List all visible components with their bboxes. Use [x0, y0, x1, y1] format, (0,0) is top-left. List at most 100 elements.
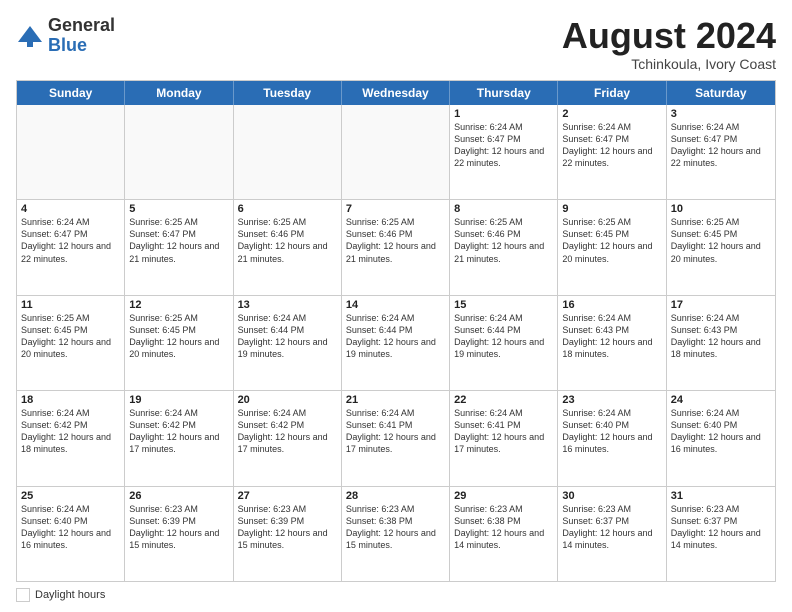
cal-header-sunday: Sunday — [17, 81, 125, 105]
calendar: SundayMondayTuesdayWednesdayThursdayFrid… — [16, 80, 776, 582]
day-info: Sunrise: 6:24 AM Sunset: 6:42 PM Dayligh… — [129, 407, 228, 456]
cal-cell-day-12: 12Sunrise: 6:25 AM Sunset: 6:45 PM Dayli… — [125, 296, 233, 390]
day-info: Sunrise: 6:23 AM Sunset: 6:39 PM Dayligh… — [129, 503, 228, 552]
day-number: 25 — [21, 490, 120, 502]
cal-cell-day-23: 23Sunrise: 6:24 AM Sunset: 6:40 PM Dayli… — [558, 391, 666, 485]
cal-cell-day-16: 16Sunrise: 6:24 AM Sunset: 6:43 PM Dayli… — [558, 296, 666, 390]
day-number: 18 — [21, 394, 120, 406]
cal-cell-day-4: 4Sunrise: 6:24 AM Sunset: 6:47 PM Daylig… — [17, 200, 125, 294]
cal-cell-day-19: 19Sunrise: 6:24 AM Sunset: 6:42 PM Dayli… — [125, 391, 233, 485]
day-number: 6 — [238, 203, 337, 215]
day-info: Sunrise: 6:24 AM Sunset: 6:42 PM Dayligh… — [238, 407, 337, 456]
logo: General Blue — [16, 16, 115, 56]
cal-cell-day-1: 1Sunrise: 6:24 AM Sunset: 6:47 PM Daylig… — [450, 105, 558, 199]
cal-cell-day-26: 26Sunrise: 6:23 AM Sunset: 6:39 PM Dayli… — [125, 487, 233, 581]
cal-cell-day-15: 15Sunrise: 6:24 AM Sunset: 6:44 PM Dayli… — [450, 296, 558, 390]
cal-cell-empty — [125, 105, 233, 199]
logo-blue: Blue — [48, 36, 115, 56]
subtitle: Tchinkoula, Ivory Coast — [562, 56, 776, 72]
calendar-body: 1Sunrise: 6:24 AM Sunset: 6:47 PM Daylig… — [17, 105, 775, 581]
footer: Daylight hours — [16, 588, 776, 602]
legend-daylight-label: Daylight hours — [35, 589, 105, 601]
day-number: 8 — [454, 203, 553, 215]
cal-cell-day-22: 22Sunrise: 6:24 AM Sunset: 6:41 PM Dayli… — [450, 391, 558, 485]
cal-week-2: 4Sunrise: 6:24 AM Sunset: 6:47 PM Daylig… — [17, 200, 775, 295]
cal-cell-day-24: 24Sunrise: 6:24 AM Sunset: 6:40 PM Dayli… — [667, 391, 775, 485]
cal-header-wednesday: Wednesday — [342, 81, 450, 105]
cal-cell-day-18: 18Sunrise: 6:24 AM Sunset: 6:42 PM Dayli… — [17, 391, 125, 485]
day-number: 28 — [346, 490, 445, 502]
day-info: Sunrise: 6:24 AM Sunset: 6:47 PM Dayligh… — [562, 121, 661, 170]
day-number: 5 — [129, 203, 228, 215]
cal-cell-day-25: 25Sunrise: 6:24 AM Sunset: 6:40 PM Dayli… — [17, 487, 125, 581]
day-info: Sunrise: 6:25 AM Sunset: 6:46 PM Dayligh… — [346, 216, 445, 265]
day-info: Sunrise: 6:24 AM Sunset: 6:40 PM Dayligh… — [562, 407, 661, 456]
day-info: Sunrise: 6:24 AM Sunset: 6:41 PM Dayligh… — [346, 407, 445, 456]
legend-box-daylight — [16, 588, 30, 602]
day-info: Sunrise: 6:24 AM Sunset: 6:43 PM Dayligh… — [562, 312, 661, 361]
calendar-header: SundayMondayTuesdayWednesdayThursdayFrid… — [17, 81, 775, 105]
day-info: Sunrise: 6:23 AM Sunset: 6:38 PM Dayligh… — [454, 503, 553, 552]
cal-header-tuesday: Tuesday — [234, 81, 342, 105]
cal-header-thursday: Thursday — [450, 81, 558, 105]
logo-text: General Blue — [48, 16, 115, 56]
cal-cell-day-13: 13Sunrise: 6:24 AM Sunset: 6:44 PM Dayli… — [234, 296, 342, 390]
cal-cell-day-30: 30Sunrise: 6:23 AM Sunset: 6:37 PM Dayli… — [558, 487, 666, 581]
day-number: 21 — [346, 394, 445, 406]
day-number: 31 — [671, 490, 771, 502]
day-number: 17 — [671, 299, 771, 311]
day-info: Sunrise: 6:24 AM Sunset: 6:47 PM Dayligh… — [21, 216, 120, 265]
cal-cell-day-14: 14Sunrise: 6:24 AM Sunset: 6:44 PM Dayli… — [342, 296, 450, 390]
header: General Blue August 2024 Tchinkoula, Ivo… — [16, 16, 776, 72]
day-info: Sunrise: 6:25 AM Sunset: 6:47 PM Dayligh… — [129, 216, 228, 265]
day-number: 1 — [454, 108, 553, 120]
day-number: 20 — [238, 394, 337, 406]
day-info: Sunrise: 6:23 AM Sunset: 6:37 PM Dayligh… — [562, 503, 661, 552]
cal-cell-day-11: 11Sunrise: 6:25 AM Sunset: 6:45 PM Dayli… — [17, 296, 125, 390]
day-number: 12 — [129, 299, 228, 311]
day-number: 16 — [562, 299, 661, 311]
day-info: Sunrise: 6:25 AM Sunset: 6:45 PM Dayligh… — [562, 216, 661, 265]
day-info: Sunrise: 6:23 AM Sunset: 6:39 PM Dayligh… — [238, 503, 337, 552]
cal-cell-day-27: 27Sunrise: 6:23 AM Sunset: 6:39 PM Dayli… — [234, 487, 342, 581]
cal-cell-empty — [17, 105, 125, 199]
day-info: Sunrise: 6:24 AM Sunset: 6:44 PM Dayligh… — [454, 312, 553, 361]
day-number: 9 — [562, 203, 661, 215]
cal-cell-empty — [342, 105, 450, 199]
day-number: 19 — [129, 394, 228, 406]
day-number: 11 — [21, 299, 120, 311]
cal-cell-day-3: 3Sunrise: 6:24 AM Sunset: 6:47 PM Daylig… — [667, 105, 775, 199]
day-number: 14 — [346, 299, 445, 311]
cal-cell-day-9: 9Sunrise: 6:25 AM Sunset: 6:45 PM Daylig… — [558, 200, 666, 294]
cal-cell-day-5: 5Sunrise: 6:25 AM Sunset: 6:47 PM Daylig… — [125, 200, 233, 294]
day-number: 7 — [346, 203, 445, 215]
title-block: August 2024 Tchinkoula, Ivory Coast — [562, 16, 776, 72]
day-info: Sunrise: 6:24 AM Sunset: 6:41 PM Dayligh… — [454, 407, 553, 456]
day-info: Sunrise: 6:24 AM Sunset: 6:47 PM Dayligh… — [671, 121, 771, 170]
day-info: Sunrise: 6:25 AM Sunset: 6:46 PM Dayligh… — [454, 216, 553, 265]
cal-cell-day-10: 10Sunrise: 6:25 AM Sunset: 6:45 PM Dayli… — [667, 200, 775, 294]
day-number: 24 — [671, 394, 771, 406]
day-info: Sunrise: 6:24 AM Sunset: 6:47 PM Dayligh… — [454, 121, 553, 170]
page: General Blue August 2024 Tchinkoula, Ivo… — [0, 0, 792, 612]
cal-header-saturday: Saturday — [667, 81, 775, 105]
cal-header-monday: Monday — [125, 81, 233, 105]
cal-week-4: 18Sunrise: 6:24 AM Sunset: 6:42 PM Dayli… — [17, 391, 775, 486]
main-title: August 2024 — [562, 16, 776, 56]
day-number: 22 — [454, 394, 553, 406]
day-info: Sunrise: 6:24 AM Sunset: 6:42 PM Dayligh… — [21, 407, 120, 456]
cal-cell-day-29: 29Sunrise: 6:23 AM Sunset: 6:38 PM Dayli… — [450, 487, 558, 581]
day-number: 15 — [454, 299, 553, 311]
cal-cell-day-28: 28Sunrise: 6:23 AM Sunset: 6:38 PM Dayli… — [342, 487, 450, 581]
cal-cell-day-7: 7Sunrise: 6:25 AM Sunset: 6:46 PM Daylig… — [342, 200, 450, 294]
cal-cell-day-2: 2Sunrise: 6:24 AM Sunset: 6:47 PM Daylig… — [558, 105, 666, 199]
day-info: Sunrise: 6:25 AM Sunset: 6:45 PM Dayligh… — [21, 312, 120, 361]
day-info: Sunrise: 6:24 AM Sunset: 6:43 PM Dayligh… — [671, 312, 771, 361]
day-info: Sunrise: 6:24 AM Sunset: 6:40 PM Dayligh… — [21, 503, 120, 552]
day-number: 30 — [562, 490, 661, 502]
day-info: Sunrise: 6:25 AM Sunset: 6:45 PM Dayligh… — [671, 216, 771, 265]
legend-daylight: Daylight hours — [16, 588, 105, 602]
day-number: 10 — [671, 203, 771, 215]
cal-cell-day-17: 17Sunrise: 6:24 AM Sunset: 6:43 PM Dayli… — [667, 296, 775, 390]
logo-icon — [16, 22, 44, 50]
